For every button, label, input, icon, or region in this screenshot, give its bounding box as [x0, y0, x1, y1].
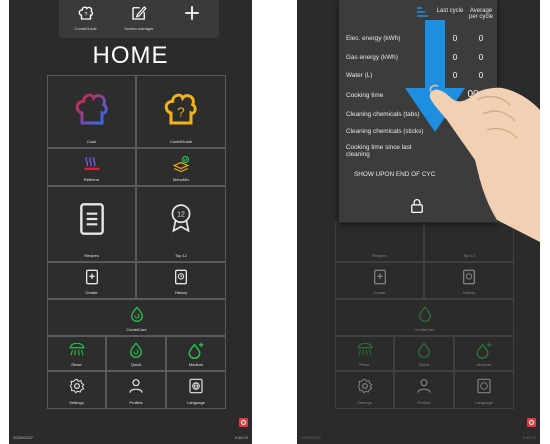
home-screen-with-overlay: Recipes Top 12 Create History CombiCare	[297, 0, 540, 444]
rinse-label: Rinse	[71, 362, 82, 367]
recipes-tile[interactable]: Recipes	[47, 186, 136, 262]
edit-icon	[132, 6, 147, 20]
retherm-tile[interactable]: Retherm	[47, 148, 136, 186]
water-drop-icon	[130, 305, 143, 322]
cook-tile[interactable]: Cook	[47, 75, 136, 148]
menumix-label: MenuMix	[172, 177, 190, 182]
svg-text:?: ?	[84, 12, 87, 18]
quick-label: Quick	[130, 362, 142, 367]
plus-icon	[185, 6, 200, 20]
award-ribbon-icon: 12	[171, 204, 191, 233]
svg-text:?: ?	[177, 104, 184, 119]
screen-manager-button[interactable]: Screen manager	[114, 0, 164, 31]
drop-plus-icon	[188, 342, 204, 359]
retherm-label: Retherm	[83, 177, 100, 182]
user-icon	[129, 378, 143, 393]
language-label: Language	[187, 400, 205, 405]
settings-label: Settings	[69, 400, 84, 405]
language-globe-icon	[189, 378, 203, 393]
profiles-label: Profiles	[129, 400, 143, 405]
medium-tile[interactable]: Medium	[166, 336, 226, 371]
add-button[interactable]	[167, 0, 217, 22]
screen-manager-label: Screen manager	[124, 26, 154, 31]
top-toolbar: ? CombiGuide Screen manager	[59, 0, 219, 38]
combiguide-toolbar-label: CombiGuide	[74, 26, 97, 31]
page-title: HOME	[92, 42, 169, 69]
combiguide-toolbar-button[interactable]: ? CombiGuide	[61, 0, 111, 31]
shower-icon	[69, 342, 84, 355]
medium-label: Medium	[188, 362, 204, 367]
footer-time: 9:46:20	[234, 435, 248, 440]
history-label: History	[174, 290, 188, 295]
cook-label: Cook	[86, 139, 97, 144]
quick-tile[interactable]: Quick	[106, 336, 166, 371]
top12-label: Top 12	[174, 253, 187, 258]
history-book-icon	[175, 269, 187, 284]
combicare-label: CombiCare	[126, 327, 147, 332]
chef-hat-question-icon: ?	[164, 93, 197, 124]
combicare-tile[interactable]: CombiCare	[47, 299, 226, 336]
red-badge-icon[interactable]	[239, 418, 248, 427]
home-screen: ? CombiGuide Screen manager HOME Cook ? …	[9, 0, 252, 444]
profiles-tile[interactable]: Profiles	[106, 371, 166, 409]
combiguide-tile[interactable]: ? CombiGuide	[136, 75, 226, 148]
create-label: Create	[85, 290, 98, 295]
water-drop-icon	[129, 341, 143, 358]
menumix-tile[interactable]: MenuMix	[136, 148, 226, 186]
menumix-icon	[172, 155, 190, 173]
footer-date: 2025/03/27	[13, 435, 34, 440]
create-book-icon	[85, 269, 98, 284]
chef-hat-icon	[75, 93, 108, 124]
top12-tile[interactable]: 12 Top 12	[136, 186, 226, 262]
retherm-icon	[84, 156, 99, 170]
combiguide-label: CombiGuide	[169, 139, 193, 144]
history-tile[interactable]: History	[136, 262, 226, 299]
chef-hat-question-icon: ?	[78, 6, 93, 20]
recipe-book-icon	[79, 203, 104, 235]
recipes-label: Recipes	[84, 253, 99, 258]
top12-number: 12	[177, 211, 185, 218]
hand-gesture-icon	[429, 84, 540, 242]
rinse-tile[interactable]: Rinse	[47, 336, 106, 371]
language-tile[interactable]: Language	[166, 371, 226, 409]
gear-icon	[69, 378, 84, 393]
settings-tile[interactable]: Settings	[47, 371, 106, 409]
create-tile[interactable]: Create	[47, 262, 136, 299]
